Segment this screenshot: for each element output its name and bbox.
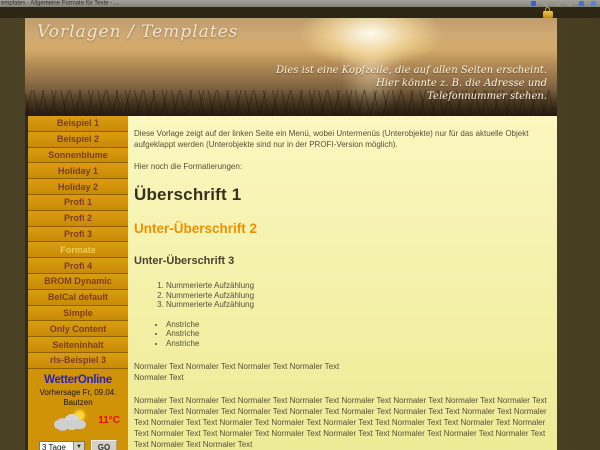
sidebar-item-only-content[interactable]: Only Content — [28, 321, 128, 337]
heading-2: Unter-Überschrift 2 — [134, 221, 549, 236]
normal-text-line: Normaler Text Normaler Text Normaler Tex… — [134, 362, 339, 371]
browser-toolbar-icons — [531, 1, 596, 6]
sidebar-item-rls-beispiel-3[interactable]: rls-Beispiel 3 — [28, 353, 128, 369]
weather-condition-row: 11°C — [28, 410, 128, 434]
numbered-list: Nummerierte Aufzählung Nummerierte Aufzä… — [134, 281, 549, 310]
temperature-value: 11°C — [98, 415, 120, 426]
tagline-line: Telefonnummer stehen. — [276, 90, 547, 103]
main-content: Diese Vorlage zeigt auf der linken Seite… — [128, 116, 557, 450]
bullet-list: Anstriche Anstriche Anstriche — [134, 320, 549, 349]
normal-text-paragraph-long: Normaler Text Normaler Text Normaler Tex… — [134, 395, 549, 450]
home-icon[interactable] — [531, 1, 536, 6]
sidebar-item-beispiel-2[interactable]: Beispiel 2 — [28, 132, 128, 148]
sidebar-item-profi-4[interactable]: Profi 4 — [28, 258, 128, 274]
heading-1: Überschrift 1 — [134, 185, 549, 205]
sidebar-menu: Beispiel 1 Beispiel 2 Sonnenblume Holida… — [25, 116, 128, 450]
sidebar-item-belcal-default[interactable]: BelCal default — [28, 290, 128, 306]
edit-icon[interactable] — [567, 1, 572, 6]
browser-title: emplates - Allgemeine Formate für Texte … — [0, 0, 119, 6]
lock-icon[interactable] — [543, 7, 554, 18]
sidebar-item-beispiel-1[interactable]: Beispiel 1 — [28, 116, 128, 132]
wetteronline-logo[interactable]: WetterOnline — [28, 374, 128, 386]
numbered-list-item: Nummerierte Aufzählung — [166, 281, 549, 291]
forecast-range-value: 3 Tage — [42, 443, 66, 450]
weather-forecast-date: Vorhersage Fr, 09.04. — [28, 388, 128, 397]
sidebar-item-holiday-1[interactable]: Holiday 1 — [28, 163, 128, 179]
numbered-list-item: Nummerierte Aufzählung — [166, 291, 549, 301]
messenger-icon[interactable] — [579, 1, 584, 6]
weather-go-button[interactable]: GO — [91, 440, 117, 450]
tagline-line: Hier könnte z. B. die Adresse und — [276, 77, 547, 90]
weather-city: Bautzen — [28, 398, 128, 407]
normal-text-paragraph: Normaler Text Normaler Text Normaler Tex… — [134, 361, 549, 383]
tagline-line: Dies ist eine Kopfzeile, die auf allen S… — [276, 64, 547, 77]
print-icon[interactable] — [543, 1, 548, 6]
sidebar-item-profi-3[interactable]: Profi 3 — [28, 227, 128, 243]
sidebar-item-sonnenblume[interactable]: Sonnenblume — [28, 148, 128, 164]
site-title: Vorlagen / Templates — [37, 22, 238, 42]
mail-icon[interactable] — [555, 1, 560, 6]
page-top-margin — [0, 7, 600, 18]
bullet-list-item: Anstriche — [166, 329, 549, 339]
sidebar-item-profi-2[interactable]: Profi 2 — [28, 211, 128, 227]
heading-3: Unter-Überschrift 3 — [134, 255, 549, 267]
numbered-list-item: Nummerierte Aufzählung — [166, 300, 549, 310]
partly-cloudy-icon — [54, 414, 88, 428]
normal-text-line: Normaler Text — [134, 373, 184, 382]
sidebar-item-holiday-2[interactable]: Holiday 2 — [28, 179, 128, 195]
weather-widget: WetterOnline Vorhersage Fr, 09.04. Bautz… — [28, 374, 128, 450]
header-tagline: Dies ist eine Kopfzeile, die auf allen S… — [276, 64, 547, 103]
sidebar-item-simple[interactable]: Simple — [28, 306, 128, 322]
forecast-range-select[interactable]: 3 Tage ▼ — [39, 441, 85, 450]
weather-controls: 3 Tage ▼ GO — [28, 440, 128, 450]
intro-paragraph-2: Hier noch die Formatierungen: — [134, 161, 549, 172]
bullet-list-item: Anstriche — [166, 339, 549, 349]
chevron-down-icon[interactable]: ▼ — [73, 442, 84, 450]
sidebar-item-brom-dynamic[interactable]: BROM Dynamic — [28, 274, 128, 290]
sidebar-item-seiteninhalt[interactable]: Seiteninhalt — [28, 337, 128, 353]
intro-paragraph: Diese Vorlage zeigt auf der linken Seite… — [134, 128, 549, 150]
help-icon[interactable] — [591, 1, 596, 6]
bullet-list-item: Anstriche — [166, 320, 549, 330]
header-banner-image: Vorlagen / Templates Dies ist eine Kopfz… — [25, 18, 557, 116]
sidebar-item-formate[interactable]: Formate — [28, 242, 128, 258]
browser-titlebar: emplates - Allgemeine Formate für Texte … — [0, 0, 600, 7]
sidebar-item-profi-1[interactable]: Profi 1 — [28, 195, 128, 211]
